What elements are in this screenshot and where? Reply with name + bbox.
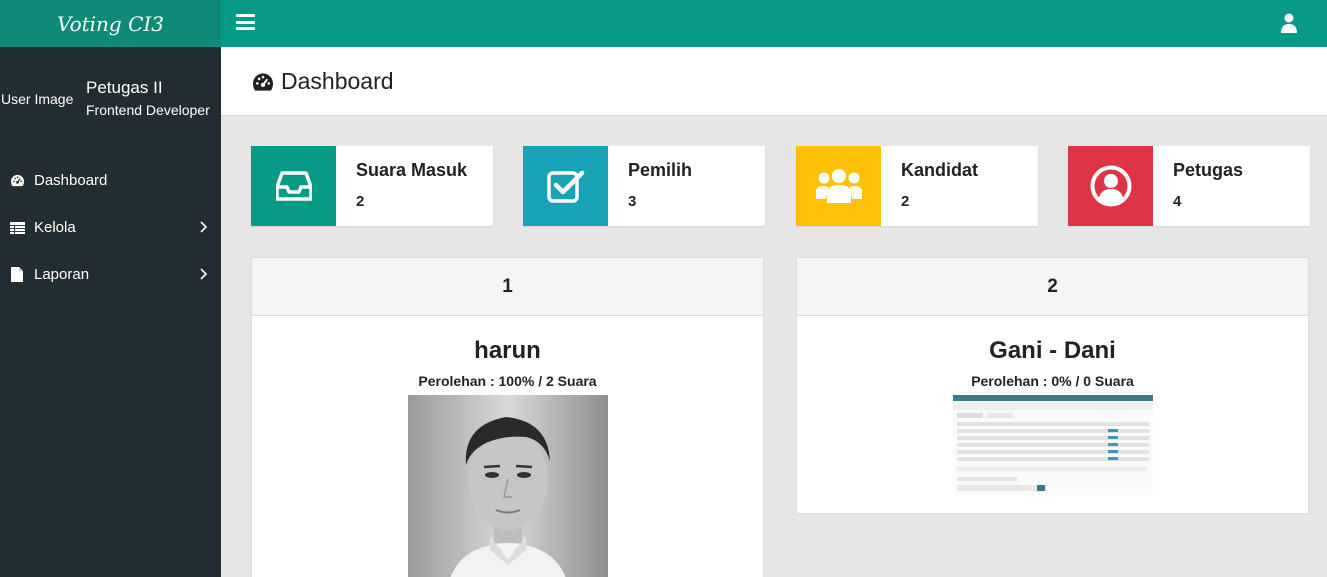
- stat-kandidat: Kandidat 2: [796, 146, 1038, 226]
- sidebar-item-laporan[interactable]: Laporan: [0, 251, 221, 298]
- stat-value: 2: [356, 193, 365, 210]
- stat-label: Petugas: [1173, 160, 1244, 180]
- candidate-result: Perolehan : 100% / 2 Suara: [418, 373, 597, 389]
- user-role: Frontend Developer: [86, 102, 210, 118]
- stat-petugas: Petugas 4: [1068, 146, 1310, 226]
- dashboard-icon: [251, 72, 275, 92]
- candidate-name: Gani - Dani: [989, 337, 1116, 364]
- sidebar-item-label: Kelola: [34, 219, 76, 236]
- user-name: Petugas II: [86, 78, 163, 97]
- top-navbar: [221, 0, 1327, 47]
- sidebar-menu: Dashboard Kelola Laporan: [0, 157, 221, 298]
- candidate-photo: [952, 395, 1153, 495]
- stat-label: Kandidat: [901, 160, 979, 180]
- page-title: Dashboard: [251, 68, 394, 95]
- candidate-card: 1 harun Perolehan : 100% / 2 Suara: [251, 257, 764, 577]
- brand-text: Voting CI3: [56, 11, 165, 36]
- user-panel: User Image Petugas II Frontend Developer: [0, 47, 221, 147]
- inbox-icon: [251, 146, 336, 226]
- user-icon[interactable]: [1281, 13, 1297, 33]
- candidate-result: Perolehan : 0% / 0 Suara: [971, 373, 1134, 389]
- user-image: User Image: [1, 91, 74, 107]
- sidebar-item-label: Dashboard: [34, 172, 108, 189]
- chevron-right-icon: [200, 221, 207, 233]
- dashboard-icon: [9, 173, 25, 189]
- page-title-text: Dashboard: [281, 68, 394, 94]
- candidate-name: harun: [474, 337, 541, 364]
- sidebar-item-dashboard[interactable]: Dashboard: [0, 157, 221, 204]
- stat-pemilih: Pemilih 3: [523, 146, 765, 226]
- stat-label: Pemilih: [628, 160, 693, 180]
- check-square-icon: [523, 146, 608, 226]
- sidebar-item-kelola[interactable]: Kelola: [0, 204, 221, 251]
- content-header: Dashboard: [221, 47, 1327, 116]
- stat-value: 3: [628, 193, 637, 210]
- candidate-number: 2: [797, 258, 1308, 316]
- users-icon: [796, 146, 881, 226]
- chevron-right-icon: [200, 268, 207, 280]
- file-icon: [9, 267, 25, 283]
- user-circle-icon: [1068, 146, 1153, 226]
- stat-label: Suara Masuk: [356, 160, 468, 180]
- sidebar-item-label: Laporan: [34, 266, 90, 283]
- app-brand[interactable]: Voting CI3: [0, 0, 221, 47]
- candidate-card: 2 Gani - Dani Perolehan : 0% / 0 Suara: [796, 257, 1309, 514]
- candidate-photo: [407, 395, 608, 577]
- bars-icon[interactable]: [236, 14, 255, 30]
- stat-value: 2: [901, 193, 910, 210]
- candidate-number: 1: [252, 258, 763, 316]
- table-icon: [9, 220, 25, 236]
- sidebar: User Image Petugas II Frontend Developer…: [0, 47, 221, 577]
- stat-suara-masuk: Suara Masuk 2: [251, 146, 493, 226]
- stat-value: 4: [1173, 193, 1182, 210]
